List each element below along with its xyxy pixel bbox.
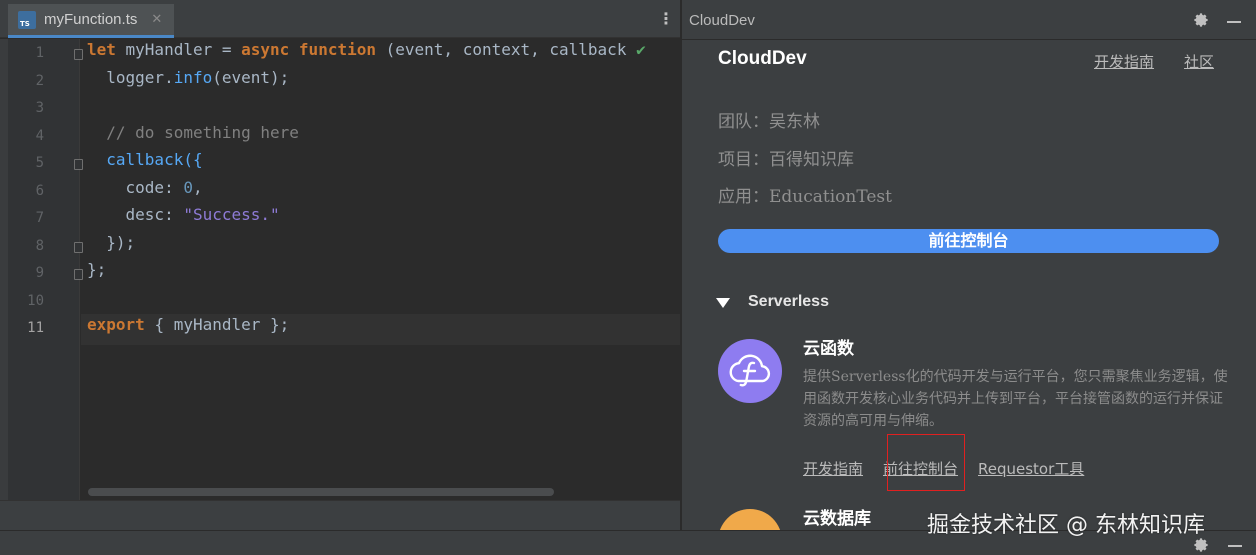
brand-title: CloudDev (718, 48, 807, 69)
gear-icon[interactable] (1193, 12, 1209, 28)
requestor-tool-link[interactable]: Requestor工具 (978, 458, 1084, 479)
code-line: }); (87, 233, 135, 260)
collapse-triangle-icon[interactable] (716, 296, 730, 310)
code-token: ✔ (636, 40, 646, 59)
code-token: desc: (87, 205, 184, 224)
code-token: }); (87, 232, 136, 252)
code-token: (event); (212, 67, 290, 87)
app-info: 应用：EducationTest (718, 187, 892, 207)
project-info: 项目：百得知识库 (718, 150, 854, 170)
more-vertical-icon[interactable]: ⋮ (658, 11, 674, 28)
cloud-database-icon (718, 509, 782, 530)
horizontal-scrollbar[interactable] (88, 488, 554, 496)
code-token: let (87, 40, 126, 59)
code-area[interactable]: let myHandler = async function (event, c… (81, 39, 680, 500)
gear-icon[interactable] (1193, 537, 1209, 553)
code-token: callback({ (87, 150, 203, 169)
go-to-console-button[interactable]: 前往控制台 (718, 229, 1219, 253)
service-description: 提供Serverless化的代码开发与运行平台，您只需聚焦业务逻辑，使用函数开发… (803, 369, 1228, 429)
editor-tab-bar: TS myFunction.ts ✕ ⋮ (0, 0, 680, 38)
panel-header: CloudDev (682, 0, 1256, 40)
team-info: 团队：吴东林 (718, 112, 820, 132)
function-guide-link[interactable]: 开发指南 (803, 458, 863, 479)
guide-link[interactable]: 开发指南 (1094, 51, 1154, 72)
code-line: logger.info(event); (87, 68, 289, 95)
minimize-icon[interactable] (1227, 21, 1241, 23)
tab-myfunction-ts[interactable]: TS myFunction.ts ✕ (8, 4, 174, 38)
code-line: // do something here (87, 123, 299, 150)
code-token: export (87, 315, 155, 334)
code-token: }; (87, 260, 107, 279)
code-token: info (173, 67, 213, 87)
side-tool-strip (0, 39, 8, 500)
cloud-function-icon (718, 339, 782, 403)
clouddev-panel: CloudDev CloudDev 开发指南 社区 团队：吴东林 项目：百得知识… (681, 0, 1256, 530)
code-token: { myHandler }; (154, 315, 290, 334)
code-line: callback({ (87, 150, 203, 177)
watermark-text: 掘金技术社区 @ 东林知识库 (927, 513, 1205, 538)
highlight-annotation-box (887, 434, 965, 491)
code-token: function (298, 40, 386, 59)
community-link[interactable]: 社区 (1184, 51, 1214, 72)
code-token: "Success." (183, 205, 280, 224)
code-token: // do something here (87, 122, 299, 142)
typescript-file-icon: TS (18, 10, 36, 29)
line-number-gutter: 1 2 3 4 5 6 7 8 9 10 11 (0, 39, 83, 500)
panel-title: CloudDev (689, 12, 755, 29)
code-line: code: 0, (87, 178, 203, 205)
code-line: let myHandler = async function (event, c… (87, 40, 646, 67)
code-line: }; (87, 260, 106, 287)
code-token: 0 (183, 177, 193, 197)
service-name-cloud-database: 云数据库 (803, 509, 871, 529)
code-token: (event, context, callback (385, 40, 637, 59)
tab-close-icon[interactable]: ✕ (151, 12, 162, 27)
code-token: logger. (87, 67, 174, 87)
code-line: desc: "Success." (87, 205, 280, 232)
code-token: code: (87, 177, 184, 197)
service-name-cloud-function: 云函数 (803, 339, 854, 359)
tab-label: myFunction.ts (44, 11, 138, 28)
code-editor: TS myFunction.ts ✕ ⋮ 1 2 3 4 5 6 7 8 9 10 11 let m… (0, 0, 680, 530)
code-line: export { myHandler }; (87, 315, 289, 342)
minimize-icon[interactable] (1228, 545, 1242, 547)
code-token: myHandler = (125, 40, 242, 59)
code-token: , (192, 177, 203, 197)
section-title-serverless: Serverless (748, 293, 829, 310)
code-token: async (241, 40, 299, 59)
editor-bottom-strip (0, 500, 680, 530)
